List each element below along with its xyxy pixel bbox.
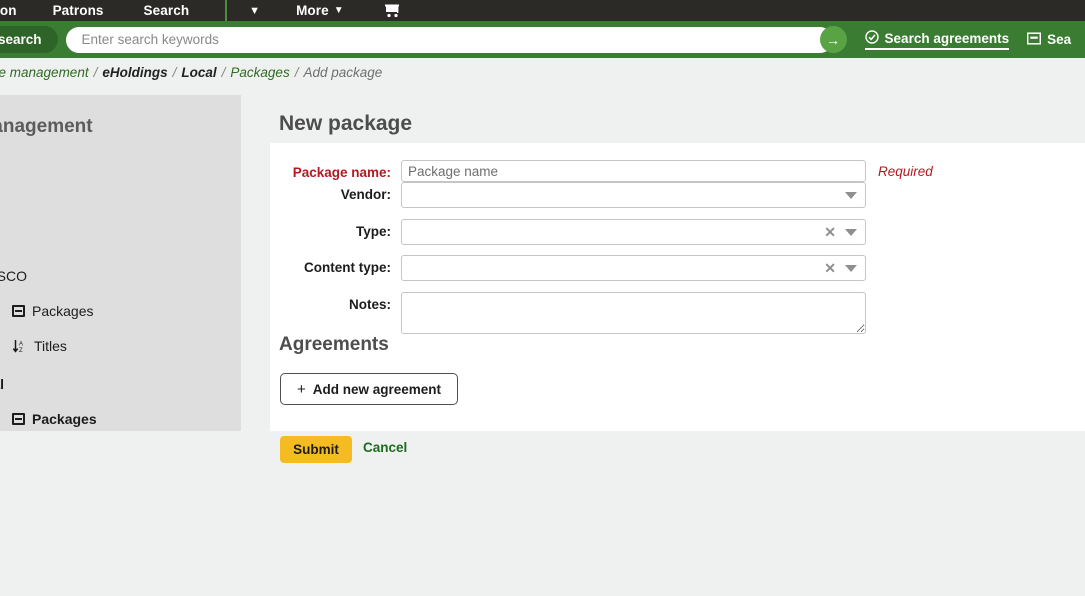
nav-divider xyxy=(225,0,227,21)
nav-item-search[interactable]: Search xyxy=(144,0,190,21)
add-new-agreement-label: Add new agreement xyxy=(313,382,441,397)
sidebar-item-ebsco-titles[interactable]: A Z Titles xyxy=(12,338,241,354)
nav-item-circulation[interactable]: culation xyxy=(0,0,17,21)
search-input-container xyxy=(66,27,833,53)
box-icon xyxy=(12,305,25,317)
form-row-vendor: Vendor: xyxy=(270,182,866,208)
form-footer-bar xyxy=(0,431,1085,481)
header-link-search-packages[interactable]: Sea xyxy=(1027,32,1071,48)
notes-textarea[interactable] xyxy=(401,292,866,334)
sidebar-item-ebsco-packages[interactable]: Packages xyxy=(12,303,241,319)
type-select[interactable]: ✕ xyxy=(401,219,866,245)
sidebar-item-local-packages[interactable]: Packages xyxy=(12,411,241,427)
chevron-down-icon[interactable] xyxy=(845,265,857,272)
breadcrumb: esource management / eHoldings / Local /… xyxy=(0,58,1085,87)
breadcrumb-item-eholdings[interactable]: eHoldings xyxy=(102,65,167,80)
sidebar-group-ebsco: EBSCO xyxy=(0,268,241,284)
package-name-label: Package name: xyxy=(270,160,401,180)
breadcrumb-item-packages[interactable]: Packages xyxy=(230,65,289,80)
package-name-input[interactable] xyxy=(401,160,866,182)
breadcrumb-item-resource-management[interactable]: esource management xyxy=(0,65,89,80)
nav-more-label: More xyxy=(296,0,329,21)
content-type-select[interactable]: ✕ xyxy=(401,255,866,281)
nav-item-patrons[interactable]: Patrons xyxy=(53,0,104,21)
global-search-bar: ment search → Search agreements Sea xyxy=(0,21,1085,58)
vendor-select[interactable] xyxy=(401,182,866,208)
breadcrumb-separator: / xyxy=(295,65,299,80)
check-circle-icon xyxy=(865,30,879,47)
plus-icon: + xyxy=(297,381,306,398)
notes-label: Notes: xyxy=(270,292,401,312)
breadcrumb-item-add-package: Add package xyxy=(303,65,382,80)
archive-box-icon xyxy=(1027,32,1041,48)
clear-icon[interactable]: ✕ xyxy=(824,225,836,239)
sidebar-sub-label: Titles xyxy=(34,338,67,354)
svg-text:Z: Z xyxy=(19,348,23,353)
sidebar-sub-label: Packages xyxy=(32,411,97,427)
chevron-down-icon[interactable] xyxy=(845,192,857,199)
sidebar-item-agreements[interactable]: ements xyxy=(0,158,241,174)
svg-text:A: A xyxy=(19,341,23,347)
header-link-label: Search agreements xyxy=(885,31,1010,46)
chevron-down-icon[interactable] xyxy=(845,229,857,236)
add-new-agreement-button[interactable]: + Add new agreement xyxy=(280,373,458,405)
form-row-notes: Notes: xyxy=(270,292,866,334)
breadcrumb-separator: / xyxy=(173,65,177,80)
form-row-package-name: Package name: Required xyxy=(270,160,933,182)
form-row-content-type: Content type: ✕ xyxy=(270,255,866,281)
type-label: Type: xyxy=(270,219,401,239)
nav-dropdown-caret-icon[interactable]: ▼ xyxy=(249,5,260,17)
vendor-label: Vendor: xyxy=(270,182,401,202)
search-submit-arrow-icon[interactable]: → xyxy=(820,26,847,53)
submit-button[interactable]: Submit xyxy=(280,436,352,463)
page-title: New package xyxy=(279,112,412,136)
sidebar-sub-label: Packages xyxy=(32,303,93,319)
breadcrumb-item-local[interactable]: Local xyxy=(181,65,216,80)
package-name-required-note: Required xyxy=(878,160,933,179)
header-link-search-agreements[interactable]: Search agreements xyxy=(865,30,1010,50)
sidebar-item-licenses[interactable]: nses xyxy=(0,194,241,210)
header-link-label: Sea xyxy=(1047,32,1071,47)
form-row-type: Type: ✕ xyxy=(270,219,866,245)
agreements-section-title: Agreements xyxy=(279,334,389,356)
clear-icon[interactable]: ✕ xyxy=(824,261,836,275)
sort-az-icon: A Z xyxy=(12,339,27,353)
search-input[interactable] xyxy=(80,31,819,48)
content-type-label: Content type: xyxy=(270,255,401,275)
chevron-down-icon: ▼ xyxy=(334,6,344,16)
breadcrumb-separator: / xyxy=(94,65,98,80)
breadcrumb-separator: / xyxy=(222,65,226,80)
sidebar-group-local: ocal xyxy=(0,376,241,392)
nav-item-more[interactable]: More ▼ xyxy=(296,0,344,21)
cancel-button[interactable]: Cancel xyxy=(363,440,407,455)
sidebar-navigation: urce management ements nses dings EBSCO … xyxy=(0,95,241,481)
agreement-search-pill[interactable]: ment search xyxy=(0,26,58,53)
shopping-cart-icon[interactable] xyxy=(384,3,401,18)
sidebar-item-eholdings[interactable]: dings xyxy=(0,230,241,246)
sidebar-title: urce management xyxy=(0,116,241,138)
box-icon xyxy=(12,413,25,425)
top-navigation-bar: culation Patrons Search ▼ More ▼ xyxy=(0,0,1085,21)
